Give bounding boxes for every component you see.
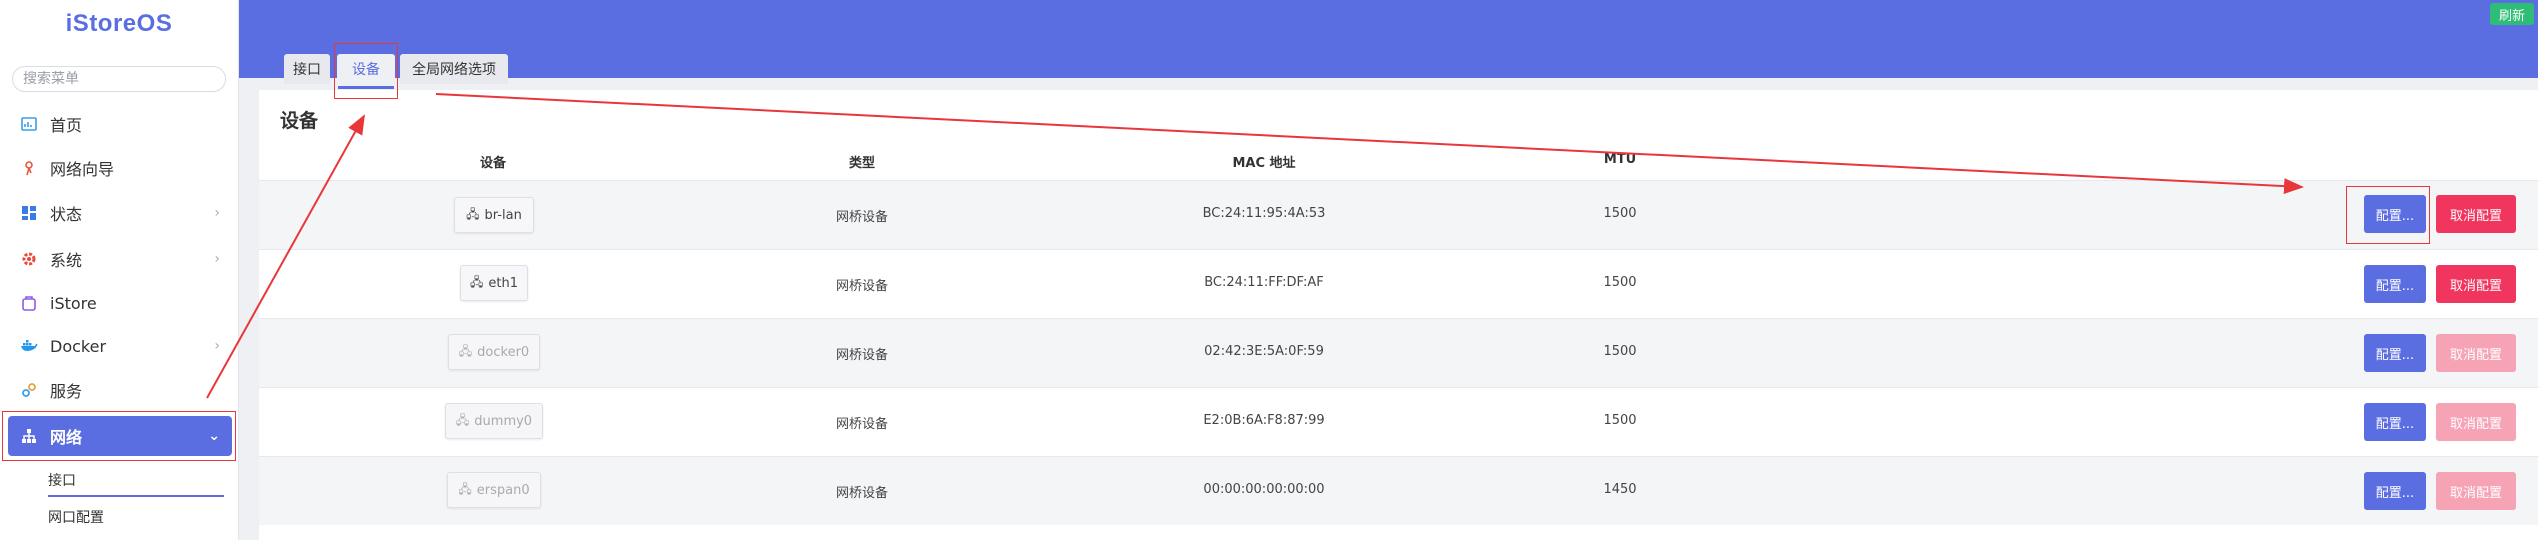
device-mtu: 1450 (1603, 482, 1637, 497)
device-mtu: 1500 (1603, 413, 1637, 428)
network-wizard-icon (20, 159, 38, 177)
chevron-right-icon: › (214, 205, 220, 221)
sidebar-item-docker[interactable]: Docker › (8, 326, 232, 366)
network-tree-icon (20, 427, 38, 445)
header-bar (239, 0, 2538, 78)
device-name: eth1 (488, 275, 518, 291)
table-row (259, 180, 2538, 249)
device-mtu: 1500 (1603, 275, 1637, 290)
device-chip: 🖧 eth1 (460, 265, 528, 301)
configure-button[interactable]: 配置... (2364, 334, 2426, 372)
sidebar-item-services[interactable]: 服务 (8, 370, 232, 410)
menu-search-input[interactable] (12, 66, 226, 92)
dummy-device-icon: 🖧 (455, 412, 470, 427)
sidebar-item-label: 网络向导 (50, 160, 115, 179)
active-subitem-indicator (48, 495, 224, 497)
bridge-device-icon: 🖧 (466, 206, 480, 221)
sidebar-item-label: 首页 (50, 116, 83, 135)
sidebar-item-label: 状态 (50, 205, 83, 224)
app-logo: iStoreOS (65, 10, 173, 37)
table-row (259, 318, 2538, 387)
bridge-device-icon: 🖧 (458, 343, 473, 358)
docker-icon (20, 337, 38, 355)
device-mtu: 1500 (1603, 206, 1637, 221)
device-name: docker0 (477, 344, 530, 360)
device-chip: 🖧 docker0 (448, 334, 540, 370)
column-header-mtu: MTU (1603, 152, 1637, 167)
tab-global-network-options[interactable]: 全局网络选项 (400, 54, 508, 84)
ethernet-device-icon: 🖧 (470, 274, 484, 289)
section-title: 设备 (280, 110, 319, 132)
configure-button[interactable]: 配置... (2364, 403, 2426, 441)
device-mtu: 1500 (1603, 344, 1637, 359)
sidebar-item-system[interactable]: 系统 › (8, 239, 232, 279)
status-grid-icon (20, 204, 38, 222)
device-type: 网桥设备 (835, 348, 889, 363)
device-chip: 🖧 erspan0 (447, 472, 541, 508)
erspan-device-icon: 🖧 (458, 481, 472, 496)
system-gear-icon (20, 250, 38, 268)
device-chip: 🖧 br-lan (454, 197, 534, 233)
sidebar-item-label: 服务 (50, 382, 83, 401)
column-header-device: 设备 (479, 156, 507, 171)
column-header-mac: MAC 地址 (1232, 156, 1296, 171)
table-row (259, 456, 2538, 525)
device-name: erspan0 (476, 482, 530, 498)
device-mac: 00:00:00:00:00:00 (1203, 482, 1325, 497)
services-link-icon (20, 381, 38, 399)
configure-button[interactable]: 配置... (2364, 195, 2426, 233)
device-type: 网桥设备 (835, 210, 889, 225)
sidebar-item-network-wizard[interactable]: 网络向导 (8, 148, 232, 188)
tab-interfaces[interactable]: 接口 (284, 54, 330, 84)
device-chip: 🖧 dummy0 (445, 403, 543, 439)
unconfigure-button: 取消配置 (2436, 334, 2516, 372)
sidebar-item-label: 网络 (50, 428, 83, 447)
chevron-right-icon: › (214, 338, 220, 354)
sidebar-item-label: 系统 (50, 251, 83, 270)
table-row (259, 387, 2538, 456)
chevron-down-icon: ⌄ (208, 428, 220, 444)
device-mac: E2:0B:6A:F8:87:99 (1203, 413, 1325, 428)
sidebar-item-home[interactable]: 首页 (8, 104, 232, 144)
chevron-right-icon: › (214, 251, 220, 267)
unconfigure-button[interactable]: 取消配置 (2436, 195, 2516, 233)
sidebar: iStoreOS 首页 网络向导 状态 › 系统 › iStore (0, 0, 239, 540)
unconfigure-button: 取消配置 (2436, 472, 2516, 510)
configure-button[interactable]: 配置... (2364, 265, 2426, 303)
table-row (259, 249, 2538, 318)
sidebar-subitem-interfaces[interactable]: 接口 (48, 470, 76, 490)
sidebar-item-istore[interactable]: iStore (8, 283, 232, 323)
active-tab-indicator (338, 86, 394, 89)
device-name: br-lan (484, 207, 522, 223)
istore-icon (20, 294, 38, 312)
device-name: dummy0 (474, 413, 533, 429)
device-type: 网桥设备 (835, 279, 889, 294)
sidebar-item-label: Docker (50, 336, 107, 356)
device-mac: BC:24:11:FF:DF:AF (1204, 275, 1324, 290)
sidebar-subitem-port-config[interactable]: 网口配置 (48, 507, 104, 527)
column-header-type: 类型 (848, 156, 876, 171)
sidebar-item-label: iStore (50, 293, 97, 313)
unconfigure-button[interactable]: 取消配置 (2436, 265, 2516, 303)
device-mac: BC:24:11:95:4A:53 (1202, 206, 1326, 221)
unconfigure-button: 取消配置 (2436, 403, 2516, 441)
device-mac: 02:42:3E:5A:0F:59 (1204, 344, 1324, 359)
configure-button[interactable]: 配置... (2364, 472, 2426, 510)
refresh-button[interactable]: 刷新 (2490, 3, 2534, 25)
device-type: 网桥设备 (835, 486, 889, 501)
home-dashboard-icon (20, 115, 38, 133)
sidebar-item-network[interactable]: 网络 ⌄ (8, 416, 232, 456)
tab-devices[interactable]: 设备 (337, 54, 395, 84)
device-type: 网桥设备 (835, 417, 889, 432)
sidebar-item-status[interactable]: 状态 › (8, 193, 232, 233)
